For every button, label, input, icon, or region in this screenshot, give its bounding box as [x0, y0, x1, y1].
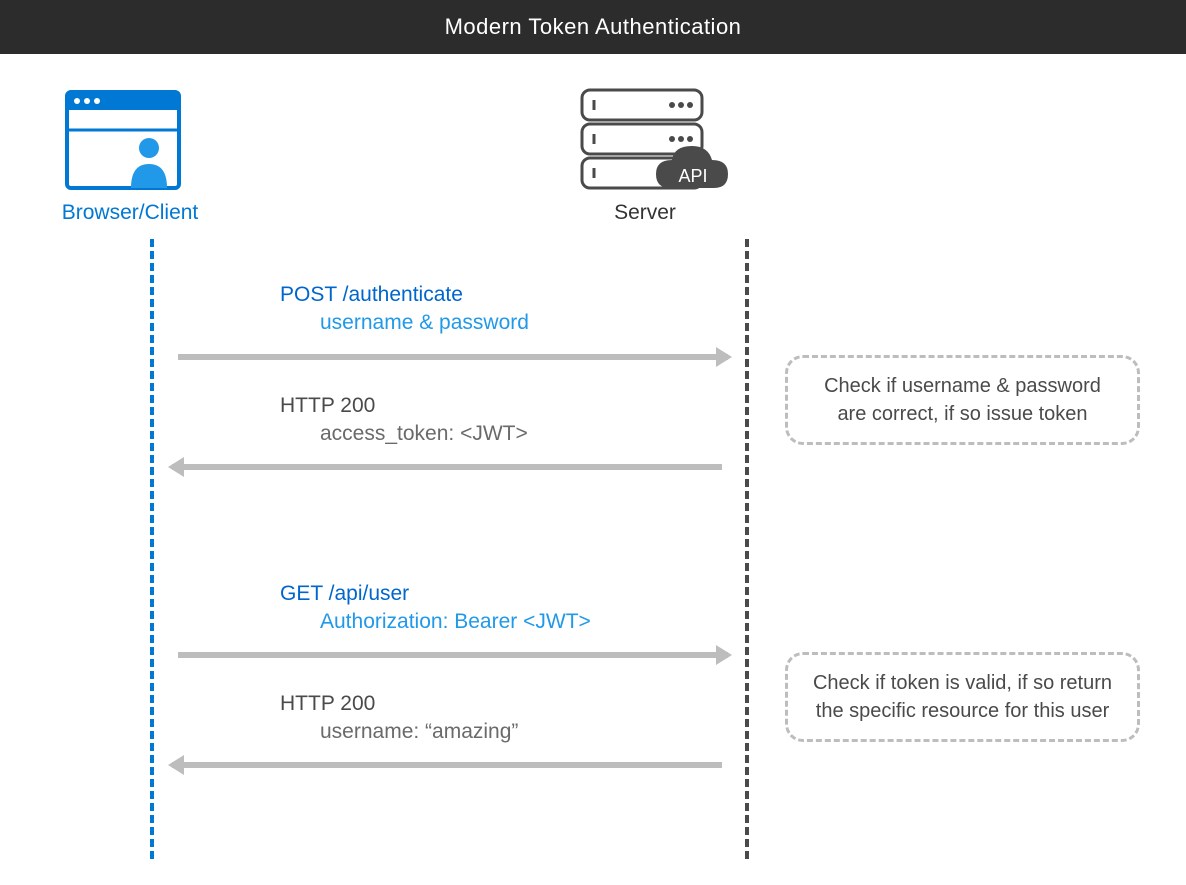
diagram-header: Modern Token Authentication	[0, 0, 1186, 54]
message-2: HTTP 200 access_token: <JWT>	[280, 394, 528, 446]
server-icon: API	[580, 88, 750, 213]
arrow-4-left	[172, 760, 722, 770]
message-3-subtitle: Authorization: Bearer <JWT>	[320, 610, 591, 634]
browser-client-icon	[65, 90, 185, 205]
server-actor-label: Server	[595, 201, 695, 225]
client-actor-label: Browser/Client	[55, 201, 205, 225]
server-note-1: Check if username & password are correct…	[785, 355, 1140, 445]
message-4-title: HTTP 200	[280, 692, 518, 716]
message-4: HTTP 200 username: “amazing”	[280, 692, 518, 744]
arrow-2-left	[172, 462, 722, 472]
message-3-title: GET /api/user	[280, 582, 591, 606]
server-note-2: Check if token is valid, if so return th…	[785, 652, 1140, 742]
message-4-subtitle: username: “amazing”	[320, 720, 518, 744]
message-2-subtitle: access_token: <JWT>	[320, 422, 528, 446]
message-1-subtitle: username & password	[320, 311, 529, 335]
client-lifeline	[150, 239, 154, 859]
message-1-title: POST /authenticate	[280, 283, 529, 307]
api-badge-text: API	[678, 166, 707, 186]
message-3: GET /api/user Authorization: Bearer <JWT…	[280, 582, 591, 634]
diagram-title: Modern Token Authentication	[445, 14, 742, 40]
message-2-title: HTTP 200	[280, 394, 528, 418]
diagram-canvas: Browser/Client API Server	[0, 54, 1186, 885]
arrow-3-right	[178, 650, 728, 660]
message-1: POST /authenticate username & password	[280, 283, 529, 335]
arrow-1-right	[178, 352, 728, 362]
server-lifeline	[745, 239, 749, 859]
